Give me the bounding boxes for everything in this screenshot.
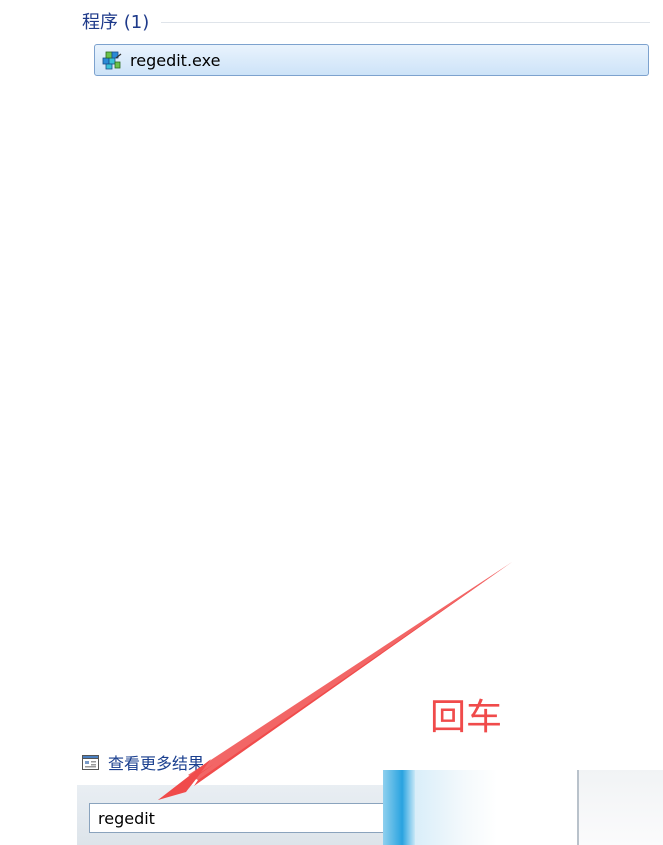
annotation-enter-label: 回车	[430, 697, 503, 738]
result-item-regedit[interactable]: regedit.exe	[94, 44, 649, 76]
taskbar-fragment	[383, 770, 663, 845]
desktop-strip	[0, 0, 77, 845]
section-divider	[161, 21, 650, 23]
search-input[interactable]	[90, 804, 390, 832]
taskbar-highlight	[383, 770, 415, 845]
programs-section-header: 程序 (1)	[82, 10, 650, 33]
result-item-label: regedit.exe	[130, 50, 221, 70]
search-box: ×	[89, 803, 419, 833]
see-more-results-label: 查看更多结果	[108, 754, 205, 773]
start-menu-panel: 程序 (1) regedit.exe 查看更多结果 regedit	[77, 0, 663, 845]
taskbar-area	[579, 770, 663, 845]
more-results-icon	[81, 753, 100, 772]
see-more-results-link[interactable]: 查看更多结果	[81, 751, 204, 773]
taskbar-glow	[415, 770, 497, 845]
programs-section-title: 程序 (1)	[82, 12, 150, 33]
regedit-icon	[101, 49, 123, 71]
